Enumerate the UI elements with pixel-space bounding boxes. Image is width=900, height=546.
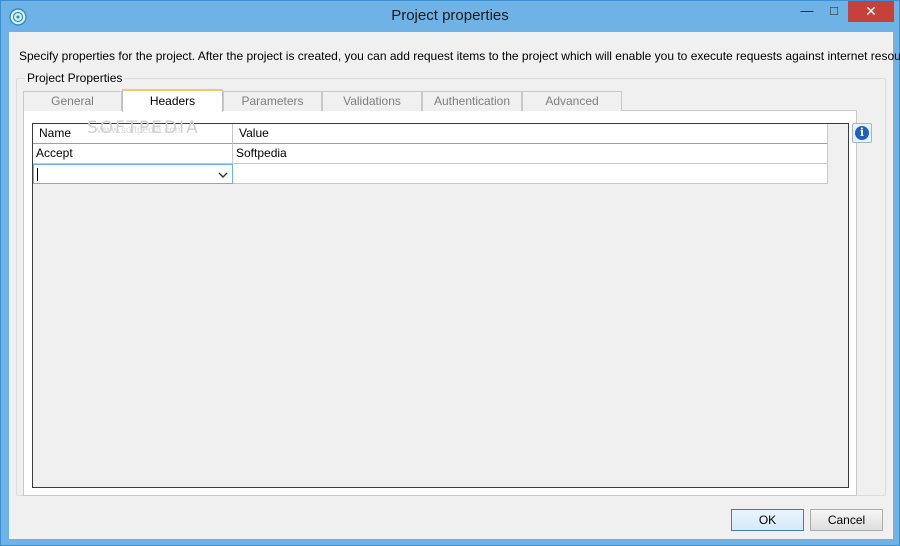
headers-grid[interactable]: Name Value Accept Softpedia (32, 123, 849, 488)
minimize-button[interactable]: — (794, 1, 820, 22)
maximize-button[interactable]: □ (821, 1, 847, 22)
header-value-cell[interactable] (233, 164, 828, 184)
info-button[interactable]: i (852, 123, 872, 143)
tab-validations[interactable]: Validations (322, 91, 422, 111)
table-row-new[interactable] (33, 164, 828, 184)
tab-headers[interactable]: Headers (122, 89, 223, 112)
close-button[interactable]: ✕ (848, 1, 894, 22)
tab-general[interactable]: General (23, 91, 122, 111)
tab-advanced[interactable]: Advanced (522, 91, 622, 111)
ok-button[interactable]: OK (731, 509, 804, 531)
cancel-button[interactable]: Cancel (810, 509, 883, 531)
info-icon: i (855, 126, 869, 140)
column-header-value[interactable]: Value (233, 124, 828, 144)
watermark-url: www.softpedia.com (97, 125, 184, 136)
dialog-client-area: Specify properties for the project. Afte… (9, 32, 900, 539)
description-text: Specify properties for the project. Afte… (19, 49, 900, 63)
text-caret (37, 168, 38, 181)
tab-authentication[interactable]: Authentication (422, 91, 522, 111)
group-label: Project Properties (25, 71, 125, 85)
table-row[interactable]: Accept Softpedia (33, 144, 828, 164)
header-name-combobox[interactable] (33, 164, 233, 184)
header-name-cell[interactable]: Accept (33, 144, 233, 164)
project-properties-window: Project properties — □ ✕ Specify propert… (0, 0, 900, 546)
tab-parameters[interactable]: Parameters (223, 91, 322, 111)
header-value-cell[interactable]: Softpedia (233, 144, 828, 164)
chevron-down-icon[interactable] (217, 169, 229, 181)
title-bar[interactable]: Project properties — □ ✕ (1, 1, 899, 32)
window-title: Project properties (391, 7, 509, 24)
